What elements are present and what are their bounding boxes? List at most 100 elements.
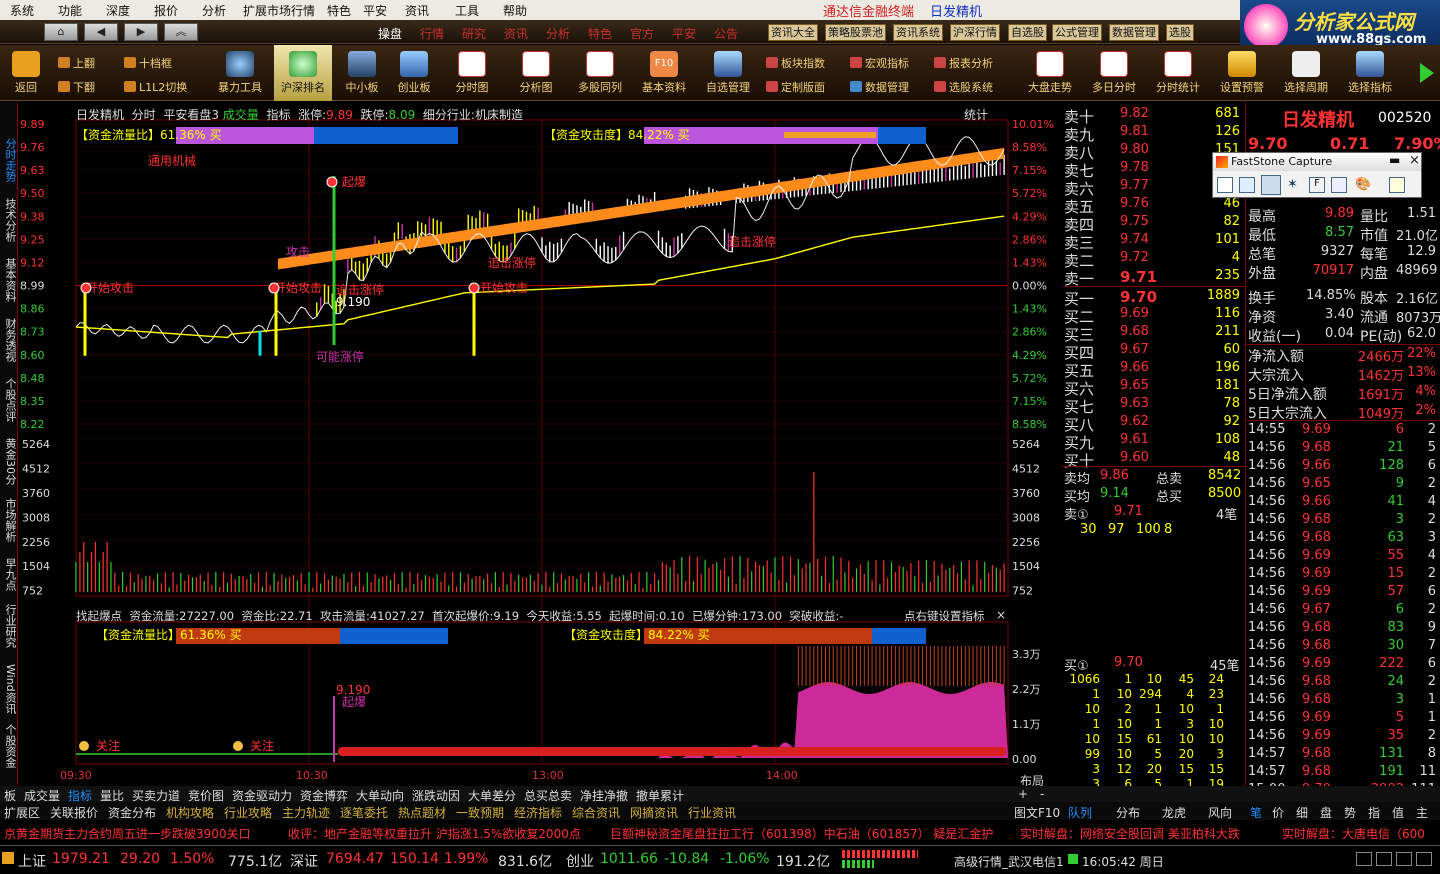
multi-stock-button[interactable]: 多股同列	[572, 45, 628, 101]
menu-quote[interactable]: 报价	[154, 2, 178, 19]
ticker-item[interactable]: 巨额神秘资金尾盘狂拉工行（601398）中石油（601857） 疑是汇金护	[610, 825, 993, 842]
tab-notice[interactable]: 公告	[714, 25, 738, 42]
palette-icon[interactable]: 🎨	[1355, 177, 1379, 193]
home-button[interactable]: ⌂	[44, 23, 78, 41]
sz-index[interactable]: 7694.47	[326, 851, 384, 867]
cy-index[interactable]: 1011.66	[600, 851, 658, 867]
l1l2-switch-button[interactable]: L1L2切换	[124, 79, 187, 95]
server-name[interactable]: 高级行情_武汉电信1	[954, 853, 1064, 870]
forward-arrow-button[interactable]: ▶	[124, 23, 158, 41]
extension-tab[interactable]: 一致预期	[456, 804, 504, 821]
extension-tab[interactable]: 关联报价	[50, 804, 98, 821]
menu-analysis[interactable]: 分析	[202, 2, 226, 19]
ticker-item[interactable]: 收评：地产金融等权重拉升 沪指涨1.5%欲收复2000点	[288, 825, 581, 842]
tray-icon-1[interactable]	[1356, 852, 1372, 866]
faststone-capture-window[interactable]: FastStone Capture ▬ × ✶ F 🎨	[1212, 152, 1422, 198]
minus-icon[interactable]: -	[1040, 787, 1044, 801]
page-up-button[interactable]: 上翻	[58, 55, 95, 71]
tab-market-analysis[interactable]: 市场解析	[2, 498, 17, 542]
extension-tab[interactable]: 行业资讯	[688, 804, 736, 821]
tray-icon-3[interactable]	[1396, 852, 1412, 866]
ticker-item[interactable]: 实时解盘：网络安全股回调 美亚柏科大跌	[1020, 825, 1240, 842]
extension-tab[interactable]: 综合资讯	[572, 804, 620, 821]
back-button[interactable]: 返回	[6, 45, 46, 101]
menu-features[interactable]: 特色	[327, 2, 351, 19]
extension-tab[interactable]: 机构攻略	[166, 804, 214, 821]
select-indicator-button[interactable]: 选择指标	[1340, 45, 1400, 101]
tab-comment[interactable]: 个股点评	[2, 378, 17, 422]
gem-board-button[interactable]: 创业板	[390, 45, 438, 101]
tab-market[interactable]: 行情	[420, 25, 444, 42]
chart-canvas[interactable]: 9.89 9.76 9.63 9.50 9.38 9.25 9.12 8.99 8.86 8.73…	[18, 102, 1060, 788]
tab-features[interactable]: 特色	[588, 25, 612, 42]
right-panel-tab[interactable]: 风向	[1208, 804, 1232, 821]
capture-freehand-icon[interactable]: ✶	[1287, 177, 1303, 193]
hs-ranking-button[interactable]: 沪深排名	[274, 45, 332, 101]
select-period-button[interactable]: 选择周期	[1276, 45, 1336, 101]
intraday-chart[interactable]: 9.89 9.76 9.63 9.50 9.38 9.25 9.12 8.99 8.86 8.73…	[18, 102, 1060, 788]
market-trend-button[interactable]: 大盘走势	[1022, 45, 1078, 101]
report-analysis-button[interactable]: 报表分析	[934, 55, 993, 71]
extension-tab[interactable]: 网摘资讯	[630, 804, 678, 821]
strategy-pool-button[interactable]: 策略股票池	[825, 24, 886, 41]
page-down-button[interactable]: 下翻	[58, 79, 95, 95]
data-manage-button[interactable]: 数据管理	[1109, 24, 1159, 41]
menu-info[interactable]: 资讯	[405, 2, 429, 19]
stock-select-button[interactable]: 选股	[1166, 24, 1194, 41]
basic-info-button[interactable]: F10 基本资料	[636, 45, 692, 101]
right-panel-tab[interactable]: 值	[1392, 804, 1404, 821]
tab-technical[interactable]: 技术分析	[2, 198, 17, 242]
right-panel-tab[interactable]: 势	[1344, 804, 1356, 821]
sector-index-button[interactable]: 板块指数	[766, 55, 825, 71]
formula-manage-button[interactable]: 公式管理	[1052, 24, 1102, 41]
menu-tools[interactable]: 工具	[455, 2, 479, 19]
extension-tab[interactable]: 经济指标	[514, 804, 562, 821]
extension-tab[interactable]: 热点题材	[398, 804, 446, 821]
menu-function[interactable]: 功能	[58, 2, 82, 19]
tab-finance[interactable]: 财务透视	[2, 318, 17, 362]
capture-object-icon[interactable]	[1239, 177, 1255, 193]
right-click-setting[interactable]: 点右键设置指标	[904, 608, 985, 624]
tray-icon-4[interactable]	[1416, 852, 1432, 866]
right-panel-tab[interactable]: 价	[1272, 804, 1284, 821]
selection-system-button[interactable]: 选股系统	[934, 79, 993, 95]
tab-pingan[interactable]: 平安	[672, 25, 696, 42]
stats-link[interactable]: 统计	[964, 106, 988, 123]
plus-icon[interactable]: +	[1018, 787, 1028, 801]
menu-system[interactable]: 系统	[10, 2, 34, 19]
watchlist-button[interactable]: 自选股	[1008, 24, 1047, 41]
data-manage-tool-button[interactable]: 数据管理	[850, 79, 909, 95]
intraday-chart-button[interactable]: 分时图	[448, 45, 496, 101]
right-panel-tab[interactable]: 笔	[1250, 804, 1262, 821]
up-arrow-button[interactable]: ︽	[164, 23, 198, 41]
extension-tab[interactable]: 扩展区	[4, 804, 40, 821]
extension-tab[interactable]: 资金分布	[108, 804, 156, 821]
tab-official[interactable]: 官方	[630, 25, 654, 42]
info-system-button[interactable]: 资讯系统	[893, 24, 943, 41]
violence-tool-button[interactable]: 暴力工具	[212, 45, 268, 101]
chart-tab[interactable]: 图文F10	[1014, 804, 1060, 821]
capture-scroll-icon[interactable]	[1331, 177, 1347, 193]
tab-info[interactable]: 资讯	[504, 25, 528, 42]
minimize-icon[interactable]: ▬	[1389, 153, 1400, 167]
right-panel-tab[interactable]: 指	[1368, 804, 1380, 821]
set-alert-button[interactable]: 设置预警	[1214, 45, 1270, 101]
tab-trade[interactable]: 操盘	[378, 25, 402, 42]
tab-intraday[interactable]: 分时走势	[2, 138, 17, 182]
capture-window-icon[interactable]	[1217, 177, 1233, 193]
sme-board-button[interactable]: 中小板	[338, 45, 386, 101]
menu-pingan[interactable]: 平安	[363, 2, 387, 19]
info-all-button[interactable]: 资讯大全	[768, 24, 818, 41]
tab-gold30[interactable]: 黄金30分	[2, 438, 17, 485]
tab-basic-info[interactable]: 基本资料	[2, 258, 17, 302]
analysis-chart-button[interactable]: 分析图	[512, 45, 560, 101]
right-panel-tab[interactable]: 盘	[1320, 804, 1332, 821]
tab-wind[interactable]: Wind资讯	[2, 664, 17, 714]
close-icon[interactable]: ×	[1409, 153, 1420, 168]
ticker-item[interactable]: 京黄金期货主力合约周五进一步跌破3900关口	[4, 825, 251, 842]
menu-depth[interactable]: 深度	[106, 2, 130, 19]
tray-icon-2[interactable]	[1376, 852, 1392, 866]
macro-indicator-button[interactable]: 宏观指标	[850, 55, 909, 71]
menu-help[interactable]: 帮助	[503, 2, 527, 19]
extension-tab[interactable]: 主力轨迹	[282, 804, 330, 821]
